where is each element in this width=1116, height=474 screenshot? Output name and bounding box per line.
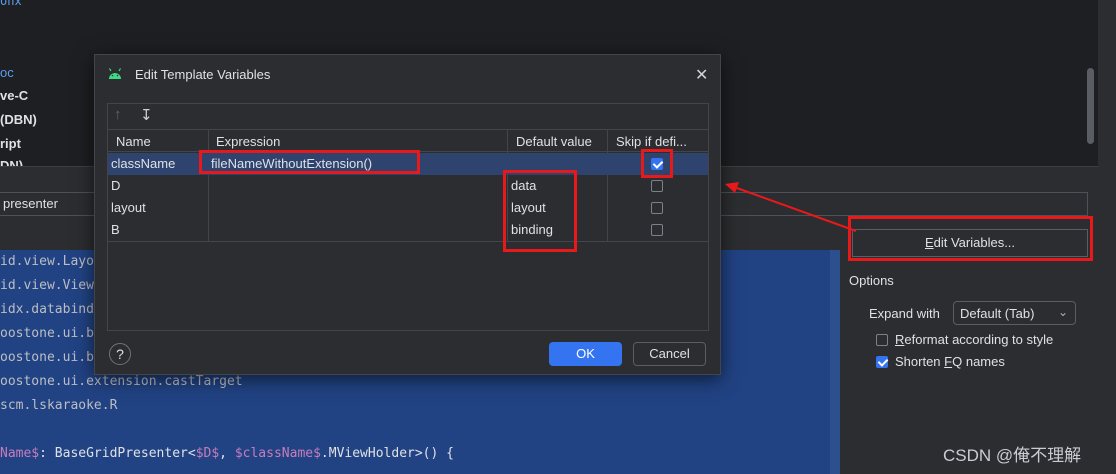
skip-checkbox[interactable] [651,224,663,236]
code-text: , [219,446,235,461]
column-header-default[interactable]: Default value [516,134,592,149]
skip-checkbox[interactable] [651,202,663,214]
move-down-icon[interactable]: ↧ [140,106,153,124]
editor-edge [830,250,840,474]
help-button[interactable]: ? [109,343,131,365]
cell-name[interactable]: className [111,156,175,171]
tree-scrollbar[interactable] [1087,68,1094,144]
shorten-label: Q names [952,354,1005,369]
tree-item[interactable]: (DBN) [0,112,37,127]
column-header-expression[interactable]: Expression [216,134,280,149]
table-header: Name Expression Default value Skip if de… [108,129,708,152]
code-text: : BaseGridPresenter< [39,446,196,461]
annotation-box-defaults [503,170,577,252]
abbreviation-value: presenter [3,196,58,211]
row-divider [108,241,708,242]
mnemonic: F [944,354,953,369]
variables-table: ↑ ↧ Name Expression Default value Skip i… [107,103,709,331]
shorten-label: Shorten [895,354,945,369]
cell-name[interactable]: D [111,178,120,193]
ok-button[interactable]: OK [549,342,622,366]
reformat-checkbox[interactable] [876,334,888,346]
code-line: scm.lskaraoke.R [0,398,118,413]
cancel-button[interactable]: Cancel [633,342,706,366]
shorten-fq-checkbox[interactable] [876,356,888,368]
android-icon [108,68,122,79]
code-line: id.view.Layo [0,254,94,269]
tree-item[interactable]: oc [0,65,14,80]
tree-item[interactable]: onx [0,0,22,8]
annotation-arrow-icon [725,182,857,232]
expand-with-select[interactable]: Default (Tab) ⌄ [953,301,1076,325]
skip-checkbox[interactable] [651,180,663,192]
tree-item[interactable]: ve-C [0,88,28,103]
tree-item[interactable]: DN) [0,158,23,166]
code-line: Name$: BaseGridPresenter<$D$, $className… [0,446,454,461]
table-row[interactable]: layout layout [108,197,708,219]
reformat-label: eformat according to style [904,332,1054,347]
code-variable: $className$ [234,446,321,461]
table-row[interactable]: B binding [108,219,708,241]
annotation-box-edit-variables [848,216,1093,261]
annotation-box-expression [199,150,420,174]
code-line: id.view.View [0,278,94,293]
code-line: oostone.ui.extension.castTarget [0,374,243,389]
code-line: oostone.ui.b [0,350,94,365]
expand-with-label: Expand with [869,306,940,321]
shorten-fq-option[interactable]: Shorten FQ names [876,354,1005,369]
code-line: oostone.ui.b [0,326,94,341]
edit-template-variables-dialog: Edit Template Variables ✕ ↑ ↧ Name Expre… [94,54,721,375]
reformat-option[interactable]: Reformat according to style [876,332,1053,347]
dialog-title: Edit Template Variables [135,67,271,82]
cell-name[interactable]: B [111,222,120,237]
tree-item[interactable]: ript [0,136,21,151]
code-variable: $D$ [195,446,220,461]
watermark: CSDN @俺不理解 [943,446,1082,465]
chevron-down-icon: ⌄ [1057,305,1068,319]
move-up-icon[interactable]: ↑ [114,106,122,123]
code-variable: Name$ [0,446,40,461]
column-header-name[interactable]: Name [116,134,151,149]
code-text: .MViewHolder>() { [320,446,454,461]
code-line: idx.databind [0,302,94,317]
table-row[interactable]: D data [108,175,708,197]
column-header-skip[interactable]: Skip if defi... [616,134,687,149]
options-heading: Options [849,273,894,288]
annotation-box-skip [641,149,673,178]
expand-with-value: Default (Tab) [960,306,1035,321]
close-icon[interactable]: ✕ [695,65,708,85]
mnemonic: R [895,332,905,347]
table-toolbar: ↑ ↧ [108,104,708,128]
cell-name[interactable]: layout [111,200,146,215]
